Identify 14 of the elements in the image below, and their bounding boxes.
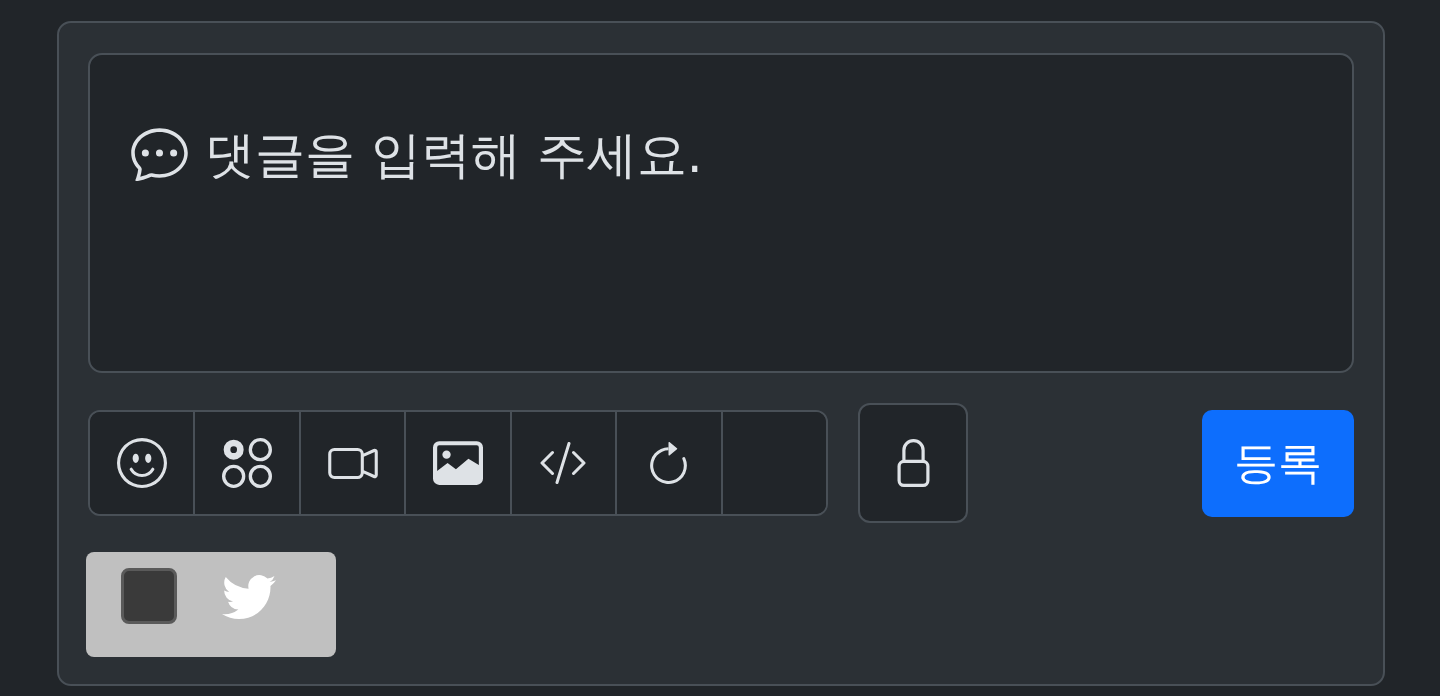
comment-field[interactable]: 댓글을 입력해 주세요. [88,53,1354,373]
submit-button[interactable]: 등록 [1202,409,1354,517]
emoji-button[interactable] [90,412,196,514]
bird-icon [222,574,276,619]
code-icon [539,442,588,484]
share-checkbox[interactable] [121,567,177,624]
image-icon [432,441,483,485]
lock-icon [896,439,930,487]
lock-button[interactable] [858,403,968,523]
video-camera-icon [327,447,378,479]
circles-icon [222,438,273,488]
rotate-arrow-icon [650,442,688,484]
chat-icon [131,128,188,181]
smiley-icon [116,438,167,488]
